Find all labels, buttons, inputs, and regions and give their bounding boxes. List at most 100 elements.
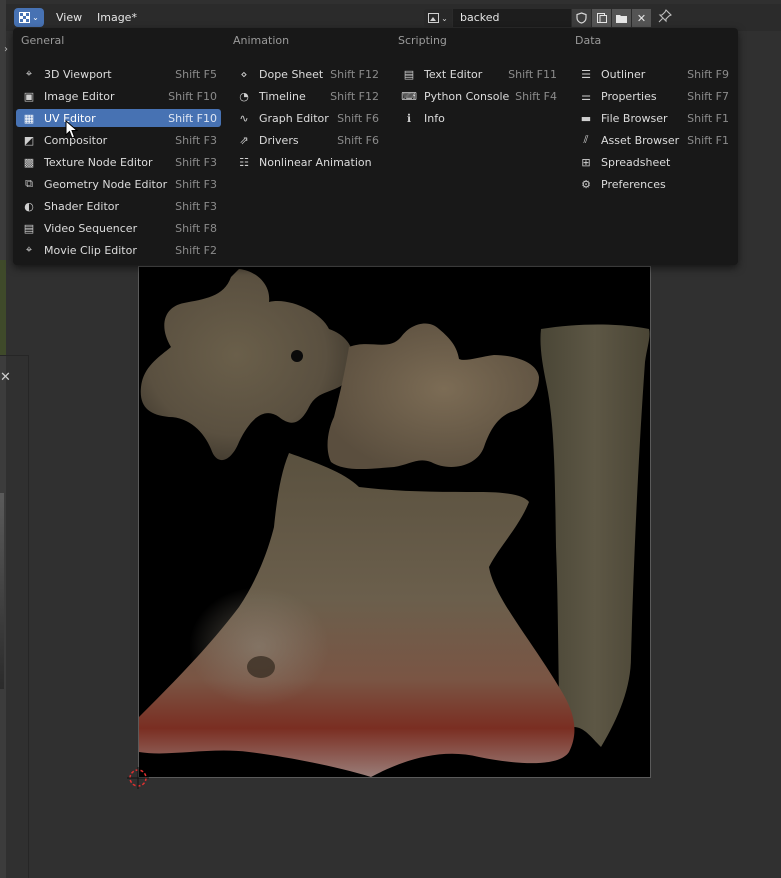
drivers-icon: ⇗: [239, 133, 249, 147]
preferences-icon: ⚙: [581, 177, 591, 191]
menu-item-asset-browser[interactable]: ⫽ Asset Browser Shift F1: [573, 131, 733, 149]
compositor-icon: ◩: [23, 133, 35, 147]
menu-item-nonlinear-animation[interactable]: ☷ Nonlinear Animation: [231, 153, 383, 171]
uv-editor-icon: [19, 12, 31, 23]
asset-browser-icon: ⫽: [583, 133, 589, 146]
menu-item-label: Text Editor: [424, 67, 483, 81]
info-icon: ℹ: [406, 111, 412, 125]
menu-item-label: Geometry Node Editor: [44, 177, 168, 191]
menu-item-shortcut: Shift F6: [337, 111, 379, 125]
left-area-edge: [0, 0, 6, 878]
close-icon[interactable]: ✕: [0, 370, 11, 385]
image-editor-icon: ▣: [23, 89, 35, 103]
uv-island-top-left: [140, 269, 354, 461]
2d-cursor-icon[interactable]: [127, 767, 149, 789]
left-panel-scrollbar[interactable]: [0, 493, 4, 689]
open-folder-icon[interactable]: [612, 9, 631, 27]
menu-item-3d-viewport[interactable]: ⌖ 3D Viewport Shift F5: [16, 65, 221, 83]
image-name-field[interactable]: backed: [453, 9, 571, 27]
sidebar-expand-icon[interactable]: ›: [4, 44, 8, 55]
menu-item-label: File Browser: [601, 111, 668, 125]
python-console-icon: ⌨: [401, 89, 417, 103]
menu-item-label: Outliner: [601, 67, 646, 81]
menu-item-shortcut: Shift F10: [168, 111, 217, 125]
viewport-3d-icon: ⌖: [25, 67, 33, 80]
unlink-close-icon[interactable]: ✕: [632, 9, 651, 27]
text-editor-icon: ▤: [403, 67, 415, 81]
menu-item-shader-editor[interactable]: ◐ Shader Editor Shift F3: [16, 197, 221, 215]
editor-type-menu: General ⌖ 3D Viewport Shift F5 ▣ Image Editor…: [13, 28, 738, 265]
left-area-accent: [0, 260, 6, 355]
menu-item-file-browser[interactable]: ▬ File Browser Shift F1: [573, 109, 733, 127]
menu-item-dope-sheet[interactable]: ⋄ Dope Sheet Shift F12: [231, 65, 383, 83]
geometry-node-icon: ⧉: [25, 177, 33, 190]
image-editor-header: ⌄ View Image* ⌄ backed ✕: [6, 4, 781, 31]
uv-island-bottom-spot: [247, 656, 275, 678]
menu-item-shortcut: Shift F10: [168, 89, 217, 103]
editor-type-button[interactable]: ⌄: [14, 8, 44, 27]
menu-item-text-editor[interactable]: ▤ Text Editor Shift F11: [396, 65, 561, 83]
mouse-pointer-icon: [65, 120, 79, 139]
menu-item-label: Dope Sheet: [259, 67, 324, 81]
new-image-icon[interactable]: [592, 9, 611, 27]
menu-item-graph-editor[interactable]: ∿ Graph Editor Shift F6: [231, 109, 383, 127]
menu-item-shortcut: Shift F8: [175, 221, 217, 235]
outliner-icon: ☰: [581, 67, 591, 81]
menu-item-label: Compositor: [44, 133, 108, 147]
menu-item-shortcut: Shift F9: [687, 67, 729, 81]
menu-item-shortcut: Shift F4: [515, 89, 557, 103]
menu-item-properties[interactable]: ⚌ Properties Shift F7: [573, 87, 733, 105]
file-browser-icon: ▬: [580, 111, 592, 125]
menu-item-uv-editor[interactable]: ▦ UV Editor Shift F10: [16, 109, 221, 127]
menu-item-shortcut: Shift F5: [175, 67, 217, 81]
menu-item-texture-node-editor[interactable]: ▩ Texture Node Editor Shift F3: [16, 153, 221, 171]
spreadsheet-icon: ⊞: [581, 155, 591, 169]
menu-item-label: Image Editor: [44, 89, 115, 103]
menu-column-title: General: [21, 34, 65, 47]
menu-item-label: Video Sequencer: [44, 221, 138, 235]
pin-icon[interactable]: [658, 9, 672, 27]
left-panel-divider: [28, 355, 29, 878]
chevron-down-icon: ⌄: [32, 13, 39, 22]
menu-item-shortcut: Shift F11: [508, 67, 557, 81]
menu-item-shortcut: Shift F3: [175, 177, 217, 191]
menu-item-label: Info: [424, 111, 445, 125]
menu-item-drivers[interactable]: ⇗ Drivers Shift F6: [231, 131, 383, 149]
menu-item-movie-clip-editor[interactable]: ⌖ Movie Clip Editor Shift F2: [16, 241, 221, 259]
menu-column-title: Scripting: [398, 34, 447, 47]
menu-item-info[interactable]: ℹ Info: [396, 109, 561, 127]
menu-item-label: Texture Node Editor: [44, 155, 153, 169]
menu-item-shortcut: Shift F12: [330, 89, 379, 103]
uv-island-bottom-highlight: [189, 587, 329, 707]
image-canvas[interactable]: [138, 266, 651, 778]
menu-item-shortcut: Shift F1: [687, 111, 729, 125]
menu-item-shortcut: Shift F6: [337, 133, 379, 147]
menu-item-compositor[interactable]: ◩ Compositor Shift F3: [16, 131, 221, 149]
menu-item-label: Movie Clip Editor: [44, 243, 137, 257]
menu-item-label: Timeline: [259, 89, 306, 103]
menu-item-label: UV Editor: [44, 111, 96, 125]
graph-editor-icon: ∿: [239, 111, 249, 125]
menu-item-geometry-node-editor[interactable]: ⧉ Geometry Node Editor Shift F3: [16, 175, 221, 193]
menu-item-outliner[interactable]: ☰ Outliner Shift F9: [573, 65, 733, 83]
properties-icon: ⚌: [581, 89, 591, 103]
timeline-icon: ◔: [239, 89, 249, 103]
menu-item-label: Python Console: [424, 89, 510, 103]
menu-item-preferences[interactable]: ⚙ Preferences: [573, 175, 733, 193]
menu-item-label: Spreadsheet: [601, 155, 671, 169]
browse-image-button[interactable]: ⌄: [424, 9, 452, 27]
menu-image[interactable]: Image*: [97, 11, 137, 24]
menu-item-label: Nonlinear Animation: [259, 155, 372, 169]
shader-editor-icon: ◐: [24, 199, 34, 213]
menu-item-spreadsheet[interactable]: ⊞ Spreadsheet: [573, 153, 733, 171]
chevron-down-icon: ⌄: [441, 13, 448, 23]
menu-view[interactable]: View: [56, 11, 82, 24]
menu-item-label: 3D Viewport: [44, 67, 112, 81]
menu-item-label: Asset Browser: [601, 133, 680, 147]
menu-item-timeline[interactable]: ◔ Timeline Shift F12: [231, 87, 383, 105]
menu-item-python-console[interactable]: ⌨ Python Console Shift F4: [396, 87, 561, 105]
menu-item-image-editor[interactable]: ▣ Image Editor Shift F10: [16, 87, 221, 105]
menu-item-label: Drivers: [259, 133, 299, 147]
menu-item-video-sequencer[interactable]: ▤ Video Sequencer Shift F8: [16, 219, 221, 237]
fake-user-shield-icon[interactable]: [572, 9, 591, 27]
